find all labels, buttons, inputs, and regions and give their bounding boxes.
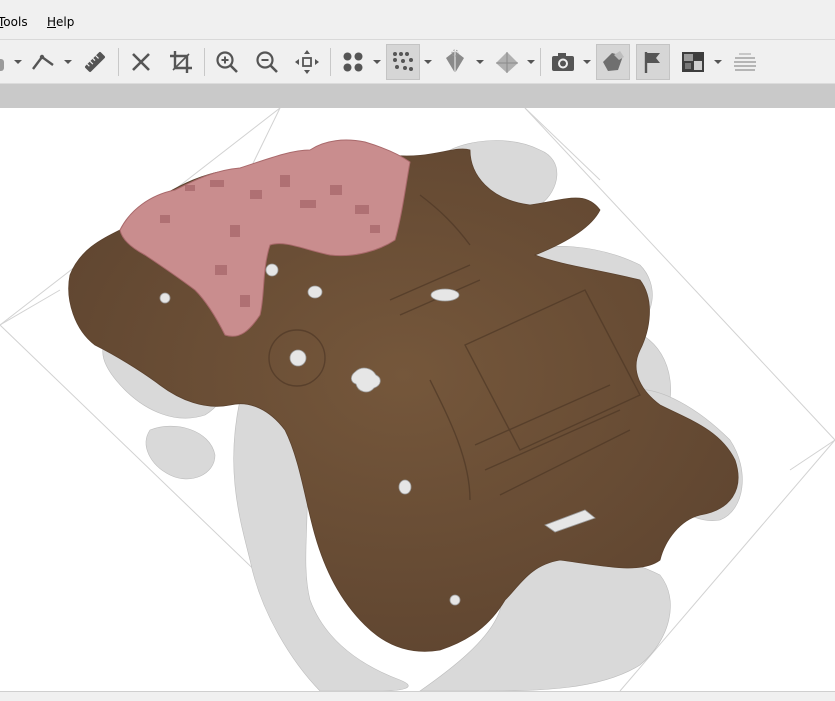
layers-icon [734,53,756,71]
model-viewport[interactable] [0,108,835,691]
zoom-in-button[interactable] [210,44,244,80]
ortho-icon [682,52,704,72]
dense-points-icon [393,52,413,71]
crop-button[interactable] [164,44,198,80]
close-icon [132,53,150,71]
ruler-icon [85,52,105,72]
tiled-icon [446,49,464,73]
mesh-button[interactable] [490,44,524,80]
points-button[interactable] [336,44,370,80]
chevron-down-icon[interactable] [527,58,535,66]
flag-icon [644,52,660,73]
chevron-down-icon[interactable] [64,58,72,66]
menu-bar: Tools Help [0,0,835,40]
crop-icon [170,51,192,73]
chevron-down-icon[interactable] [476,58,484,66]
polyline-icon [32,54,54,70]
chevron-down-icon[interactable] [424,58,432,66]
dense-cloud-button[interactable] [386,44,420,80]
chevron-down-icon[interactable] [714,58,722,66]
main-toolbar [0,40,835,84]
partial-tool-button[interactable] [0,44,14,80]
orthomosaic-button[interactable] [676,44,710,80]
chevron-down-icon[interactable] [583,58,591,66]
zoom-in-icon [216,51,238,73]
zoom-out-icon [256,51,278,73]
toolbar-separator [330,48,331,76]
chevron-down-icon[interactable] [373,58,381,66]
measure-button[interactable] [78,44,112,80]
menu-tools[interactable]: Tools [0,15,28,29]
zoom-out-button[interactable] [250,44,284,80]
shape-icon [603,51,624,71]
draw-polyline-button[interactable] [26,44,60,80]
shapes-button[interactable] [596,44,630,80]
chevron-down-icon[interactable] [14,58,22,66]
toolbar-separator [540,48,541,76]
menu-help[interactable]: Help [47,15,74,29]
toolbar-separator [204,48,205,76]
dem-button[interactable] [728,44,762,80]
hand-icon [0,59,4,71]
mesh-icon [496,52,518,73]
status-bar [0,691,835,701]
move-icon [295,50,319,74]
view-tab-strip [0,84,835,108]
cameras-button[interactable] [546,44,580,80]
toolbar-separator [118,48,119,76]
tiled-model-button[interactable] [438,44,472,80]
points-icon [343,52,363,72]
delete-button[interactable] [124,44,158,80]
dense-cloud-render [0,108,835,691]
markers-button[interactable] [636,44,670,80]
camera-icon [552,53,574,71]
zoom-extents-button[interactable] [290,44,324,80]
